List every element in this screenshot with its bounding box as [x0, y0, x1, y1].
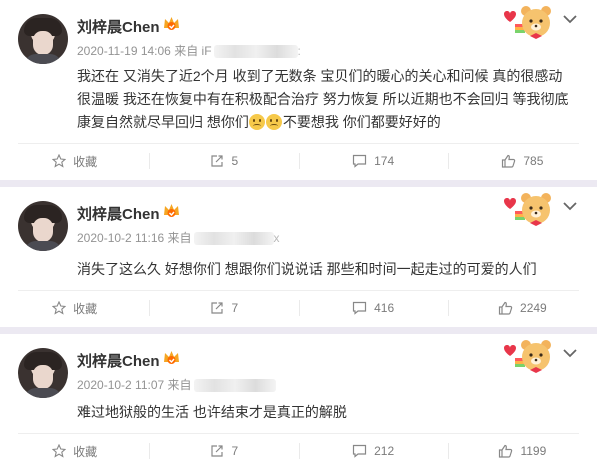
vip-crown-icon [164, 204, 179, 217]
avatar[interactable] [18, 348, 68, 398]
like-button[interactable]: 2249 [447, 291, 597, 325]
weibo-post: 刘梓晨Chen 2020-10-2 11:16 来自 x 消失了这么久 好想你们 … [0, 187, 597, 327]
chevron-down-icon[interactable] [563, 348, 577, 358]
avatar[interactable] [18, 14, 68, 64]
bear-badge-icon [504, 193, 551, 226]
like-button[interactable]: 785 [447, 144, 597, 178]
action-bar: 收藏 7 416 2249 [0, 291, 597, 325]
repost-icon [210, 302, 223, 314]
blurred-source [193, 379, 276, 393]
chevron-down-icon[interactable] [563, 201, 577, 211]
author-name[interactable]: 刘梓晨Chen [77, 203, 160, 224]
vip-crown-icon [164, 351, 179, 364]
weibo-post: 刘梓晨Chen 2020-10-2 11:07 来自 难过地狱般的生活 也许结束… [0, 334, 597, 470]
comment-icon [353, 444, 367, 458]
post-text-line: 消失了这么久 好想你们 想跟你们说说话 那些和时间一起走过的可爱的人们 [77, 261, 537, 277]
chevron-down-icon[interactable] [563, 14, 577, 24]
favorite-button[interactable]: 收藏 [0, 291, 149, 325]
post-meta: 2020-10-2 11:07 来自 [77, 376, 276, 393]
star-icon [52, 444, 67, 458]
star-icon [52, 154, 67, 168]
author-name[interactable]: 刘梓晨Chen [77, 16, 160, 37]
bear-badge-icon [504, 6, 551, 39]
post-text-line: 很温暖 我还在恢复中有在积极配合治疗 努力恢复 所以近期也不会回归 等我彻底 [77, 91, 569, 107]
action-bar: 收藏 7 212 1199 [0, 434, 597, 468]
sad-face-emoji [249, 114, 266, 130]
repost-icon [210, 155, 223, 167]
blurred-source [193, 232, 274, 246]
bear-badge-icon [504, 340, 551, 373]
action-bar: 收藏 5 174 785 [0, 144, 597, 178]
thumbs-up-icon [499, 444, 513, 458]
comment-icon [353, 301, 367, 315]
vip-crown-icon [164, 17, 179, 30]
repost-icon [210, 445, 223, 457]
post-meta: 2020-10-2 11:16 来自 x [77, 231, 280, 246]
comment-button[interactable]: 174 [298, 144, 448, 178]
favorite-button[interactable]: 收藏 [0, 144, 149, 178]
repost-button[interactable]: 7 [149, 434, 298, 468]
star-icon [52, 301, 67, 315]
thumbs-up-icon [498, 301, 513, 315]
post-text-line: 康复自然就尽早回归 想你们 不要想我 你们都要好好的 [77, 114, 441, 130]
thumbs-up-icon [502, 154, 516, 168]
post-meta: 2020-11-19 14:06 来自 iF: [77, 44, 301, 59]
comment-icon [353, 154, 367, 168]
author-name[interactable]: 刘梓晨Chen [77, 350, 160, 371]
post-text-line: 我还在 又消失了近2个月 收到了无数条 宝贝们的暖心的关心和问候 真的很感动 [77, 68, 563, 84]
sad-face-emoji [266, 114, 283, 130]
like-button[interactable]: 1199 [447, 434, 597, 468]
comment-button[interactable]: 416 [298, 291, 448, 325]
weibo-post: 刘梓晨Chen 2020-11-19 14:06 来自 iF: 我还在 又消失了… [0, 0, 597, 180]
comment-button[interactable]: 212 [298, 434, 448, 468]
avatar[interactable] [18, 201, 68, 251]
post-text-line: 难过地狱般的生活 也许结束才是真正的解脱 [77, 404, 347, 420]
blurred-source [213, 45, 298, 59]
repost-button[interactable]: 5 [149, 144, 298, 178]
favorite-button[interactable]: 收藏 [0, 434, 149, 468]
repost-button[interactable]: 7 [149, 291, 298, 325]
